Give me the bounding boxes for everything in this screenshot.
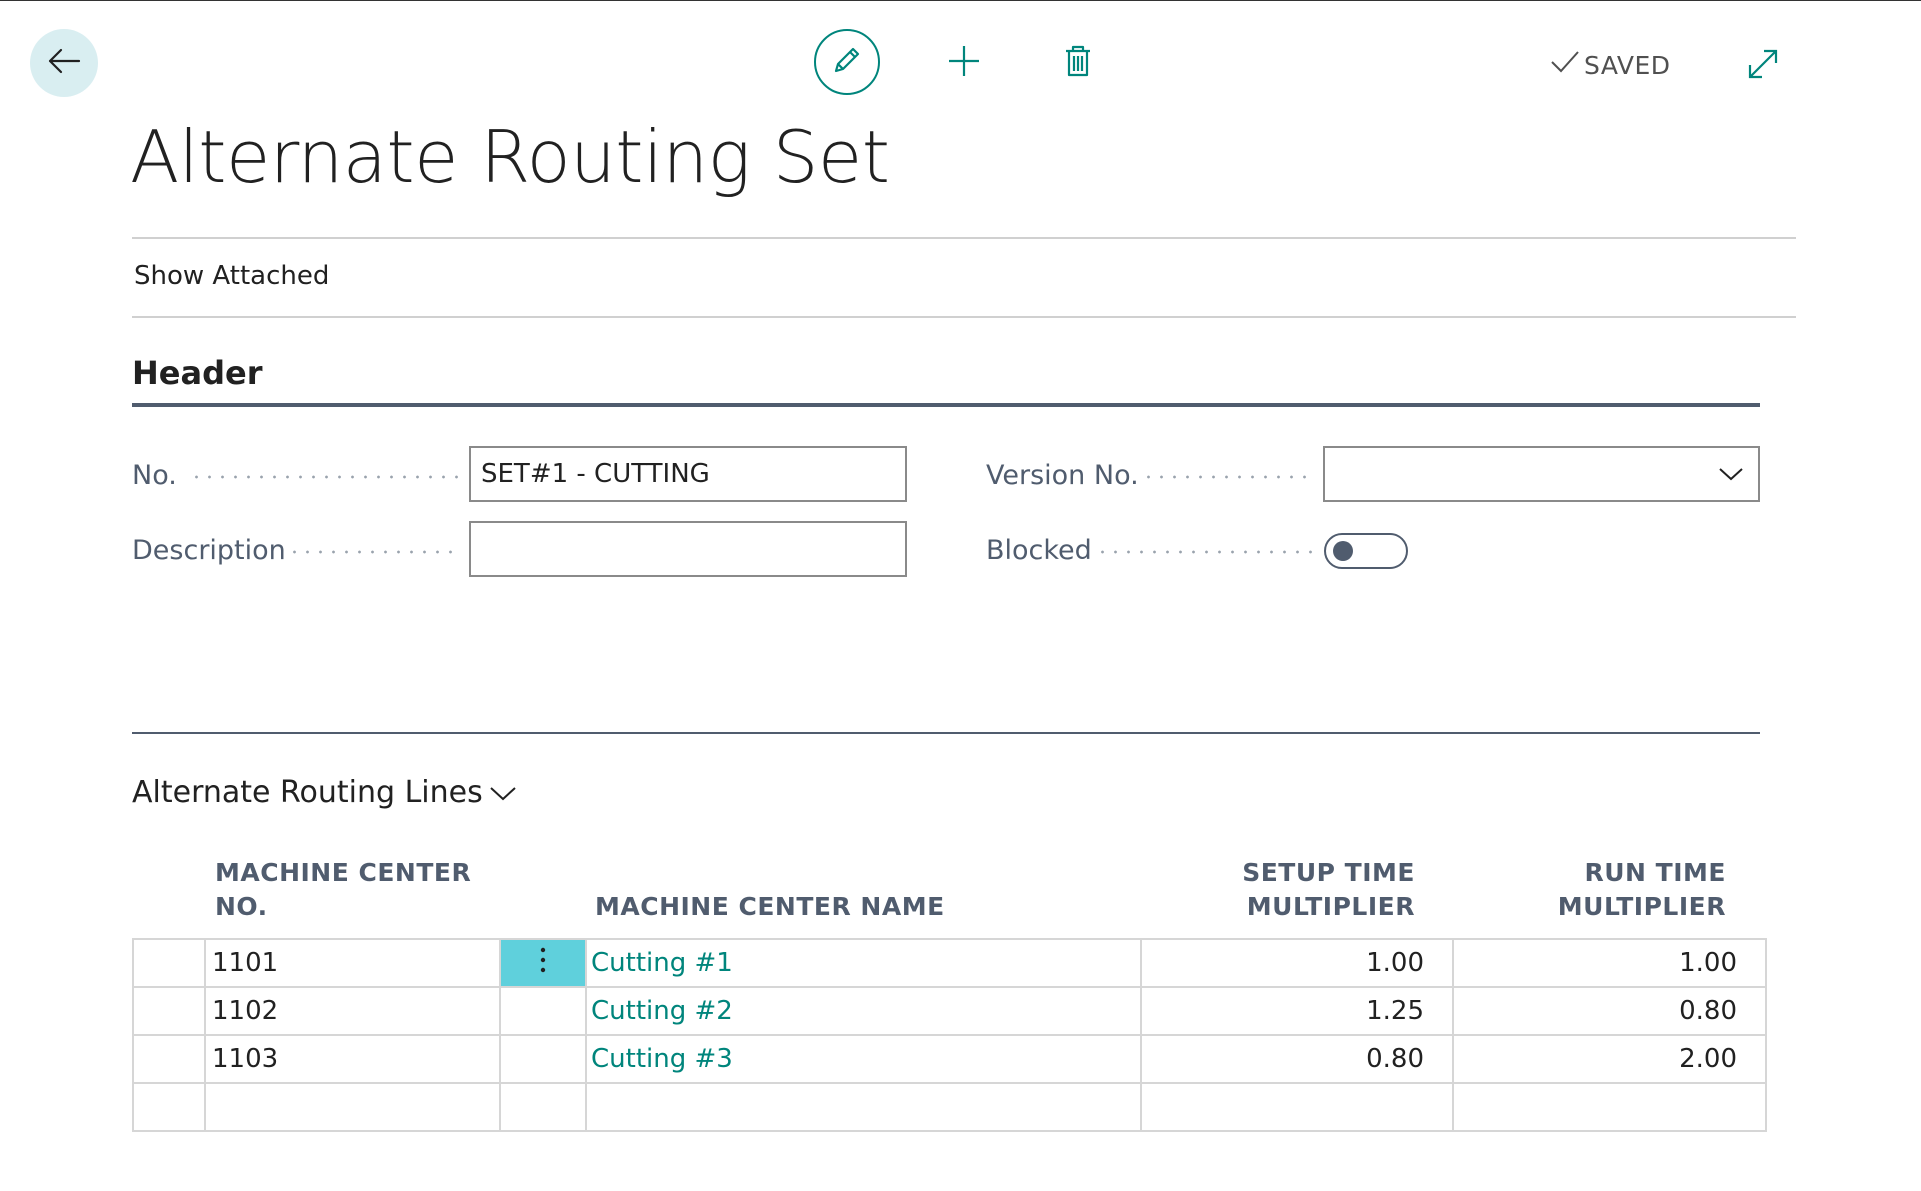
description-label: Description [132, 534, 286, 566]
blocked-toggle[interactable] [1324, 533, 1408, 569]
show-attached-action[interactable]: Show Attached [134, 261, 329, 291]
row-menu-button[interactable] [499, 938, 587, 988]
page: SAVED Alternate Routing Set Show Attache… [0, 0, 1921, 1191]
pencil-icon [831, 44, 863, 80]
machine-center-name-cell[interactable] [585, 1082, 1142, 1132]
routing-lines-table: 1101 Cutting #1 1.00 1.00 1102 Cutting #… [132, 938, 1767, 1132]
run-time-cell[interactable]: 2.00 [1452, 1034, 1767, 1084]
toggle-knob [1333, 541, 1353, 561]
arrow-left-icon [47, 47, 81, 79]
blocked-dots [1096, 550, 1312, 554]
checkmark-icon [1550, 49, 1580, 81]
version-no-label: Version No. [986, 459, 1139, 491]
plus-icon [947, 44, 981, 82]
title-divider [132, 237, 1796, 239]
saved-status: SAVED [1550, 47, 1670, 83]
version-no-dots [1142, 475, 1312, 479]
row-selector[interactable] [132, 938, 206, 988]
edit-button[interactable] [814, 29, 880, 95]
version-no-select[interactable] [1323, 446, 1760, 502]
run-time-cell[interactable] [1452, 1082, 1767, 1132]
row-selector[interactable] [132, 1082, 206, 1132]
column-header-line: NO. [215, 892, 268, 921]
column-header-line: SETUP TIME [1242, 858, 1415, 887]
no-label: No. [132, 459, 177, 491]
row-menu-cell[interactable] [499, 1082, 587, 1132]
machine-center-no-cell[interactable] [204, 1082, 501, 1132]
trash-icon [1064, 44, 1092, 82]
saved-label: SAVED [1584, 50, 1671, 80]
row-selector[interactable] [132, 1034, 206, 1084]
lines-section-title: Alternate Routing Lines [132, 775, 483, 810]
column-header-line: MULTIPLIER [1557, 892, 1726, 921]
section-header-rule [132, 403, 1760, 407]
blocked-label: Blocked [986, 534, 1092, 566]
table-row[interactable]: 1101 Cutting #1 1.00 1.00 [132, 938, 1767, 988]
setup-time-cell[interactable]: 1.00 [1140, 938, 1454, 988]
action-bar-divider [132, 316, 1796, 318]
machine-center-no-cell[interactable]: 1103 [204, 1034, 501, 1084]
table-row-empty[interactable] [132, 1082, 1767, 1132]
machine-center-name-link[interactable]: Cutting #1 [585, 938, 1142, 988]
column-header-machine-center-no[interactable]: MACHINE CENTER NO. [215, 856, 471, 924]
new-button[interactable] [945, 44, 983, 82]
column-header-line: RUN TIME [1584, 858, 1726, 887]
top-border [0, 0, 1921, 1]
table-row[interactable]: 1102 Cutting #2 1.25 0.80 [132, 986, 1767, 1036]
column-header-machine-center-name[interactable]: MACHINE CENTER NAME [595, 890, 945, 924]
row-menu-cell[interactable] [499, 1034, 587, 1084]
setup-time-cell[interactable]: 0.80 [1140, 1034, 1454, 1084]
no-dots [190, 475, 458, 479]
column-header-line: MACHINE CENTER [215, 858, 472, 887]
more-vertical-icon [539, 947, 547, 982]
run-time-cell[interactable]: 0.80 [1452, 986, 1767, 1036]
section-title-header: Header [132, 354, 263, 392]
column-header-line: MULTIPLIER [1246, 892, 1415, 921]
column-header-run-time[interactable]: RUN TIME MULTIPLIER [1470, 856, 1726, 924]
chevron-down-icon [489, 775, 517, 810]
lines-section-toggle[interactable]: Alternate Routing Lines [132, 775, 517, 810]
column-header-setup-time[interactable]: SETUP TIME MULTIPLIER [1160, 856, 1415, 924]
machine-center-no-cell[interactable]: 1102 [204, 986, 501, 1036]
machine-center-name-link[interactable]: Cutting #3 [585, 1034, 1142, 1084]
machine-center-name-link[interactable]: Cutting #2 [585, 986, 1142, 1036]
back-button[interactable] [30, 29, 98, 97]
lines-section-rule [132, 732, 1760, 734]
no-input[interactable]: SET#1 - CUTTING [469, 446, 907, 502]
description-dots [288, 550, 458, 554]
machine-center-no-cell[interactable]: 1101 [204, 938, 501, 988]
page-title: Alternate Routing Set [130, 115, 890, 199]
row-selector[interactable] [132, 986, 206, 1036]
run-time-cell[interactable]: 1.00 [1452, 938, 1767, 988]
setup-time-cell[interactable]: 1.25 [1140, 986, 1454, 1036]
table-row[interactable]: 1103 Cutting #3 0.80 2.00 [132, 1034, 1767, 1084]
delete-button[interactable] [1061, 44, 1095, 82]
description-input[interactable] [469, 521, 907, 577]
row-menu-cell[interactable] [499, 986, 587, 1036]
expand-button[interactable] [1745, 48, 1781, 84]
expand-icon [1747, 48, 1779, 84]
chevron-down-icon [1718, 459, 1744, 489]
setup-time-cell[interactable] [1140, 1082, 1454, 1132]
